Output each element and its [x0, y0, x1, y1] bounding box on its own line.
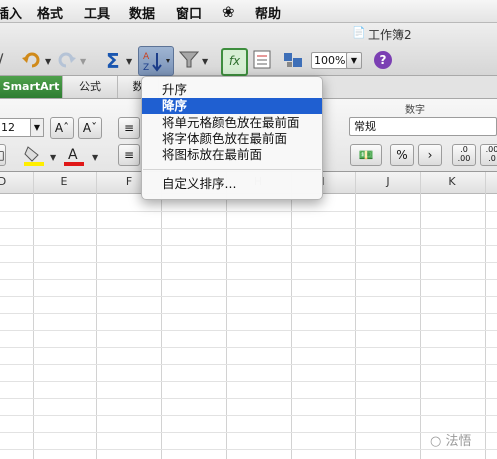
- filter-dropdown-icon[interactable]: ▼: [202, 57, 208, 66]
- increase-decimal-icon: .0.00: [457, 145, 471, 163]
- menu-window[interactable]: 窗口: [176, 3, 202, 22]
- undo-dropdown-icon[interactable]: ▼: [45, 57, 51, 66]
- autosum-icon[interactable]: Σ: [106, 49, 120, 73]
- decrease-font-icon: Aˇ: [82, 121, 98, 135]
- font-color-button[interactable]: A: [62, 143, 86, 167]
- column-header-k[interactable]: K: [442, 175, 462, 188]
- gallery-icon: [253, 50, 271, 69]
- fx-icon: fx: [228, 54, 241, 68]
- column-header-e[interactable]: E: [54, 175, 74, 188]
- column-header-d[interactable]: D: [0, 175, 12, 188]
- tab-smartart[interactable]: SmartArt: [0, 76, 63, 98]
- svg-text:A: A: [143, 52, 150, 62]
- redo-icon: [58, 52, 76, 68]
- watermark: ○ 法悟: [430, 430, 472, 449]
- menu-bar: 插入 格式 工具 数据 窗口 ❀ 帮助: [0, 0, 497, 23]
- row-gridline: [0, 364, 497, 365]
- menu-tools[interactable]: 工具: [84, 3, 110, 22]
- row-gridline: [0, 347, 497, 348]
- row-gridline: [0, 211, 497, 212]
- menu-format[interactable]: 格式: [37, 3, 63, 22]
- standard-toolbar: 📄 工作簿2 ∕ ▼ ▼ Σ ▼ A Z ▼ fx 100% ▼ ?: [0, 23, 497, 76]
- row-gridline: [0, 313, 497, 314]
- menu-insert[interactable]: 插入: [0, 3, 22, 22]
- menu-data[interactable]: 数据: [129, 3, 155, 22]
- align-left-button[interactable]: ≡: [118, 144, 140, 166]
- row-gridline: [0, 228, 497, 229]
- script-menu-icon[interactable]: ❀: [222, 3, 235, 21]
- sort-menu: 升序 降序 将单元格颜色放在最前面 将字体颜色放在最前面 将图标放在最前面 自定…: [141, 76, 323, 200]
- formula-builder-button[interactable]: fx: [221, 48, 248, 76]
- decrease-decimal-icon: .00.0: [485, 145, 497, 163]
- fill-color-dropdown-icon[interactable]: ▼: [50, 153, 56, 162]
- undo-icon: [22, 52, 40, 68]
- column-header-f[interactable]: F: [119, 175, 139, 188]
- number-format-field[interactable]: 常规: [349, 117, 497, 136]
- border-icon: □: [0, 148, 5, 162]
- currency-icon: 💵: [358, 148, 374, 162]
- document-icon: 📄: [352, 26, 366, 39]
- watermark-text: 法悟: [445, 434, 472, 449]
- menu-item-sort-descending[interactable]: 降序: [142, 98, 322, 114]
- align-left-icon: ≡: [123, 148, 135, 162]
- row-gridline: [0, 330, 497, 331]
- menu-item-icon-top[interactable]: 将图标放在最前面: [142, 147, 322, 163]
- font-color-icon: A: [64, 147, 84, 166]
- svg-text:A: A: [68, 147, 78, 163]
- font-size-dropdown-icon[interactable]: ▼: [30, 118, 44, 137]
- fill-color-icon: [24, 146, 44, 166]
- zoom-field[interactable]: 100%: [311, 52, 348, 69]
- decrease-font-button[interactable]: Aˇ: [78, 117, 102, 139]
- autosum-dropdown-icon[interactable]: ▼: [126, 57, 132, 66]
- row-gridline: [0, 262, 497, 263]
- column-header-j[interactable]: J: [378, 175, 398, 188]
- increase-font-icon: Aˆ: [54, 121, 70, 135]
- menu-item-custom-sort[interactable]: 自定义排序...: [142, 176, 322, 192]
- align-icon: ≡: [123, 121, 135, 135]
- row-gridline: [0, 415, 497, 416]
- number-format-gallery-button[interactable]: 💵: [350, 144, 382, 166]
- zoom-dropdown-icon[interactable]: ▼: [346, 52, 362, 69]
- svg-text:Z: Z: [143, 63, 149, 73]
- row-gridline: [0, 296, 497, 297]
- row-gridline: [0, 449, 497, 450]
- gallery-button[interactable]: [252, 48, 272, 72]
- redo-button[interactable]: [56, 48, 78, 72]
- sort-button[interactable]: A Z: [138, 46, 174, 76]
- tab-formulas[interactable]: 公式: [63, 76, 118, 98]
- sort-icon: A Z: [143, 52, 170, 73]
- menu-item-font-color-top[interactable]: 将字体颜色放在最前面: [142, 131, 322, 147]
- number-group-title: 数字: [405, 105, 425, 116]
- toolbox-icon: [284, 53, 302, 67]
- document-title: 工作簿2: [368, 28, 412, 42]
- font-size-field[interactable]: 12: [0, 118, 32, 137]
- font-color-dropdown-icon[interactable]: ▼: [92, 153, 98, 162]
- row-gridline: [0, 398, 497, 399]
- toolbox-button[interactable]: [282, 48, 304, 72]
- increase-font-button[interactable]: Aˆ: [50, 117, 74, 139]
- help-icon[interactable]: ?: [374, 51, 392, 69]
- filter-button[interactable]: [178, 48, 200, 72]
- fill-color-button[interactable]: [22, 143, 46, 167]
- wechat-icon: ○: [430, 434, 442, 449]
- filter-icon: [178, 51, 200, 68]
- row-gridline: [0, 279, 497, 280]
- worksheet-grid[interactable]: [0, 194, 497, 459]
- border-button[interactable]: □: [0, 144, 6, 166]
- redo-dropdown-icon[interactable]: ▼: [80, 57, 86, 66]
- increase-decimal-button[interactable]: .0.00: [452, 144, 476, 166]
- row-gridline: [0, 432, 497, 433]
- menu-separator: [143, 169, 321, 170]
- menu-item-cell-color-top[interactable]: 将单元格颜色放在最前面: [142, 115, 322, 131]
- menu-help[interactable]: 帮助: [255, 3, 281, 22]
- row-gridline: [0, 245, 497, 246]
- comma-style-button[interactable]: ›: [418, 144, 442, 166]
- row-gridline: [0, 381, 497, 382]
- undo-button[interactable]: [20, 48, 42, 72]
- paint-icon[interactable]: ∕: [0, 50, 3, 69]
- decrease-decimal-button[interactable]: .00.0: [480, 144, 497, 166]
- percent-button[interactable]: %: [390, 144, 414, 166]
- menu-item-sort-ascending[interactable]: 升序: [142, 82, 322, 98]
- align-button[interactable]: ≡: [118, 117, 140, 139]
